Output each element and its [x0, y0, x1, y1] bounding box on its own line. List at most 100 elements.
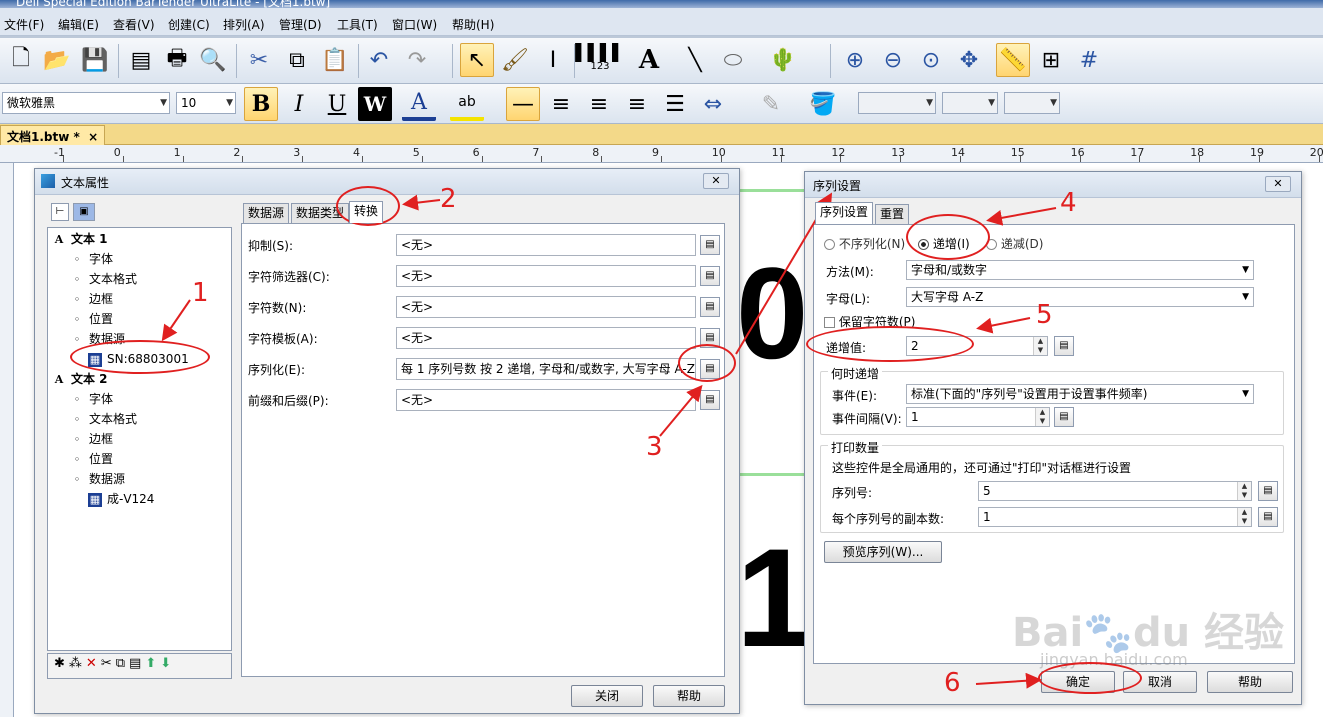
tree-item[interactable]: A 文本 2	[52, 370, 108, 388]
font-size-select[interactable]: 10 ▼	[176, 92, 236, 114]
tree-item[interactable]: ◦ 位置	[70, 450, 113, 468]
serial-count-edit-icon[interactable]: ▤	[1258, 481, 1278, 501]
close-button[interactable]: ✕	[1265, 176, 1291, 192]
copies-spinner[interactable]: ▲ ▼	[1237, 508, 1251, 526]
preview-serial-button[interactable]: 预览序列(W)...	[824, 541, 942, 563]
copy-icon[interactable]: ⧉	[280, 43, 314, 77]
move-down-icon[interactable]: ⬇	[160, 656, 171, 676]
edit-settings-icon[interactable]: ▤	[700, 297, 720, 317]
radio-no-serial[interactable]: 不序列化(N)	[824, 235, 905, 252]
tree-view-icon[interactable]: ⊢	[51, 203, 69, 221]
menu-manage[interactable]: 管理(D)	[279, 16, 322, 33]
cut-icon[interactable]: ✂	[101, 656, 112, 676]
tree-item[interactable]: ◦ 文本格式	[70, 410, 137, 428]
menu-arrange[interactable]: 排列(A)	[223, 16, 265, 33]
grid-icon[interactable]: #	[1072, 43, 1106, 77]
fill-color-icon[interactable]: 🪣	[806, 87, 840, 121]
tree-item[interactable]: ◦ 字体	[70, 250, 113, 268]
paste-icon[interactable]: 📋	[318, 43, 352, 77]
tab-data-source[interactable]: 数据源	[243, 203, 290, 223]
print-icon[interactable]: 🖶	[160, 43, 194, 77]
zoom-out-icon[interactable]: ⊖	[876, 43, 910, 77]
tree-item[interactable]: ◦ 边框	[70, 290, 113, 308]
method-select[interactable]: 字母和/或数字 ▼	[906, 260, 1254, 280]
fit-text-icon[interactable]: ⇔	[696, 87, 730, 121]
letter-select[interactable]: 大写字母 A-Z ▼	[906, 287, 1254, 307]
copies-input[interactable]: 1 ▲ ▼	[978, 507, 1252, 527]
text-tool-icon[interactable]: A	[632, 43, 666, 77]
italic-icon[interactable]: I	[282, 87, 316, 121]
tree-item[interactable]: ◦ 位置	[70, 310, 113, 328]
menu-tools[interactable]: 工具(T)	[337, 16, 378, 33]
label-text-2[interactable]: 1	[736, 523, 814, 673]
close-dialog-button[interactable]: 关闭	[571, 685, 643, 707]
serial-count-spinner[interactable]: ▲ ▼	[1237, 482, 1251, 500]
transform-field-value[interactable]: <无>	[396, 296, 696, 318]
close-button[interactable]: ✕	[703, 173, 729, 189]
justify-icon[interactable]: ☰	[658, 87, 692, 121]
cut-icon[interactable]: ✂	[242, 43, 276, 77]
align-right-icon[interactable]: ≡	[620, 87, 654, 121]
barcode-icon[interactable]: ▌▌▌▌ 123	[575, 43, 624, 77]
tree-item[interactable]: ◦ 字体	[70, 390, 113, 408]
save-icon[interactable]: 💾	[78, 43, 112, 77]
snap-icon[interactable]: ⊞	[1034, 43, 1068, 77]
align-none-icon[interactable]: —	[506, 87, 540, 121]
redo-icon[interactable]: ↷	[400, 43, 434, 77]
new-icon[interactable]: 🗋	[4, 43, 38, 77]
move-up-icon[interactable]: ⬆	[145, 656, 156, 676]
menu-window[interactable]: 窗口(W)	[392, 16, 437, 33]
radio-decrement[interactable]: 递减(D)	[986, 235, 1043, 252]
format-painter-icon[interactable]: 🖌	[498, 43, 532, 77]
line-style-select[interactable]: ▼	[942, 92, 998, 114]
transform-field-value[interactable]: <无>	[396, 265, 696, 287]
tab-reset[interactable]: 重置	[875, 204, 910, 224]
new-item-icon[interactable]: ✱	[54, 656, 65, 676]
tab-serial-settings[interactable]: 序列设置	[815, 202, 874, 224]
zoom-fit-icon[interactable]: ⊙	[914, 43, 948, 77]
interval-spinner[interactable]: ▲ ▼	[1035, 408, 1049, 426]
menu-view[interactable]: 查看(V)	[113, 16, 155, 33]
tree-item[interactable]: A 文本 1	[52, 230, 108, 248]
wand-icon[interactable]: ⁂	[69, 656, 82, 676]
event-select[interactable]: 标准(下面的"序列号"设置用于设置事件频率) ▼	[906, 384, 1254, 404]
edit-settings-icon[interactable]: ▤	[700, 266, 720, 286]
font-color-icon[interactable]: A	[402, 87, 436, 121]
align-left-icon[interactable]: ≡	[544, 87, 578, 121]
zoom-in-icon[interactable]: ⊕	[838, 43, 872, 77]
undo-icon[interactable]: ↶	[362, 43, 396, 77]
page-setup-icon[interactable]: ▤	[124, 43, 158, 77]
interval-edit-icon[interactable]: ▤	[1054, 407, 1074, 427]
menu-help[interactable]: 帮助(H)	[452, 16, 494, 33]
object-list-icon[interactable]: ▣	[73, 203, 95, 221]
paste-icon[interactable]: ▤	[129, 656, 141, 676]
bold-icon[interactable]: B	[244, 87, 278, 121]
tree-item[interactable]: ◦ 文本格式	[70, 270, 137, 288]
line-end-select[interactable]: ▼	[1004, 92, 1060, 114]
increment-edit-icon[interactable]: ▤	[1054, 336, 1074, 356]
menu-file[interactable]: 文件(F)	[4, 16, 44, 33]
select-pointer-icon[interactable]: ↖	[460, 43, 494, 77]
ruler-toggle-icon[interactable]: 📏	[996, 43, 1030, 77]
transform-field-value[interactable]: <无>	[396, 327, 696, 349]
copy-icon[interactable]: ⧉	[116, 656, 125, 676]
highlight-icon[interactable]: ab	[450, 87, 484, 121]
tab-transform[interactable]: 转换	[349, 201, 384, 223]
increment-spinner[interactable]: ▲ ▼	[1033, 337, 1047, 355]
delete-icon[interactable]: ✕	[86, 656, 97, 676]
fit-page-icon[interactable]: ✥	[952, 43, 986, 77]
transform-field-value[interactable]: 每 1 序列号数 按 2 递增, 字母和/或数字, 大写字母 A-Z	[396, 358, 696, 380]
help-button[interactable]: 帮助	[1207, 671, 1293, 693]
reverse-text-icon[interactable]: W	[358, 87, 392, 121]
edit-settings-icon[interactable]: ▤	[700, 390, 720, 410]
tree-item[interactable]: ◦ 边框	[70, 430, 113, 448]
line-weight-select[interactable]: ▼	[858, 92, 936, 114]
shape-tool-icon[interactable]: ⬭	[716, 43, 750, 77]
edit-settings-icon[interactable]: ▤	[700, 235, 720, 255]
copies-edit-icon[interactable]: ▤	[1258, 507, 1278, 527]
picture-tool-icon[interactable]: 🌵	[766, 43, 800, 77]
text-cursor-icon[interactable]: I	[536, 43, 570, 77]
menu-create[interactable]: 创建(C)	[168, 16, 210, 33]
print-preview-icon[interactable]: 🔍	[196, 43, 230, 77]
serial-count-input[interactable]: 5 ▲ ▼	[978, 481, 1252, 501]
